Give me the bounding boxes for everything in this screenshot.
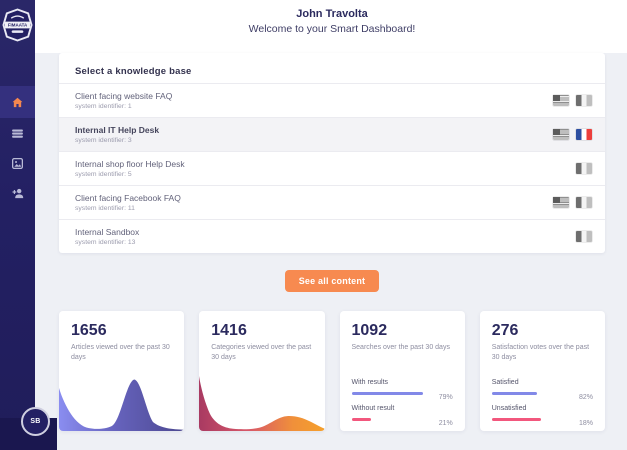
bar-group-satisfied: Satisfied 82% [492,378,593,398]
knowledge-base-row[interactable]: Internal Sandbox system identifier: 13 [59,219,605,253]
knowledge-base-title: Internal IT Help Desk [75,125,553,135]
bar-label: With results [352,378,453,387]
bar-label: Without result [352,404,453,413]
bar-group-unsatisfied: Unsatisfied 18% [492,404,593,424]
knowledge-base-card-title: Select a knowledge base [59,53,605,83]
bar-percent: 82% [569,394,593,401]
knowledge-base-title: Client facing website FAQ [75,91,553,101]
user-avatar[interactable]: SB [21,407,50,436]
stat-card-searches: 1092 Searches over the past 30 days With… [340,311,465,431]
language-flags [576,163,592,174]
stat-value: 1416 [199,311,324,340]
france-flag-icon [576,197,592,208]
us-flag-icon [553,197,569,208]
user-name-heading: John Travolta [59,8,605,20]
knowledge-base-row-text: Internal Sandbox system identifier: 13 [75,227,576,247]
progress-bar [352,418,429,421]
welcome-subtitle: Welcome to your Smart Dashboard! [59,23,605,35]
knowledge-base-row-text: Internal shop floor Help Desk system ide… [75,159,576,179]
us-flag-icon [553,95,569,106]
user-add-icon [12,188,24,199]
sidebar-item-home[interactable] [0,86,35,118]
france-flag-icon [576,129,592,140]
articles-area-chart [59,373,184,431]
knowledge-base-title: Client facing Facebook FAQ [75,193,553,203]
bar-label: Unsatisfied [492,404,593,413]
image-icon [12,158,23,169]
see-all-content-button[interactable]: See all content [285,270,380,292]
sidebar-item-knowledge-list[interactable] [0,118,35,148]
language-flags [576,231,592,242]
knowledge-base-row-text: Client facing Facebook FAQ system identi… [75,193,553,213]
france-flag-icon [576,231,592,242]
knowledge-base-row[interactable]: Internal shop floor Help Desk system ide… [59,151,605,185]
stat-label: Categories viewed over the past 30 days [199,340,324,362]
list-icon [12,129,23,138]
bar-percent: 79% [429,394,453,401]
stat-value: 276 [480,311,605,340]
searches-bars: With results 79% Without result 21% [352,372,453,424]
knowledge-base-row-text: Internal IT Help Desk system identifier:… [75,125,553,145]
knowledge-base-row[interactable]: Client facing website FAQ system identif… [59,83,605,117]
stat-label: Searches over the past 30 days [340,340,465,353]
home-icon [12,97,23,108]
stat-value: 1092 [340,311,465,340]
knowledge-base-identifier: system identifier: 13 [75,238,576,247]
knowledge-base-identifier: system identifier: 3 [75,136,553,145]
bar-group-with-results: With results 79% [352,378,453,398]
brand-logo[interactable]: FIMAATA [0,0,35,46]
france-flag-icon [576,163,592,174]
stat-value: 1656 [59,311,184,340]
stat-card-categories: 1416 Categories viewed over the past 30 … [199,311,324,431]
knowledge-base-card: Select a knowledge base Client facing we… [59,53,605,253]
sidebar-nav [0,86,35,208]
knowledge-base-identifier: system identifier: 11 [75,204,553,213]
bar-percent: 21% [429,420,453,427]
sidebar-item-users[interactable] [0,178,35,208]
categories-area-chart [199,373,324,431]
stat-label: Satisfaction votes over the past 30 days [480,340,605,362]
knowledge-base-title: Internal Sandbox [75,227,576,237]
satisfaction-bars: Satisfied 82% Unsatisfied 18% [492,372,593,424]
sidebar-item-media[interactable] [0,148,35,178]
progress-bar [492,418,569,421]
language-flags [553,197,592,208]
svg-text:FIMAATA: FIMAATA [8,23,28,28]
main-content: John Travolta Welcome to your Smart Dash… [35,0,627,431]
knowledge-base-identifier: system identifier: 5 [75,170,576,179]
bar-group-without-result: Without result 21% [352,404,453,424]
sidebar: FIMAATA [0,0,35,450]
stats-row: 1656 Articles viewed over the past 30 da… [59,311,605,431]
knowledge-base-row-text: Client facing website FAQ system identif… [75,91,553,111]
sidebar-footer: SB [0,418,57,450]
dashboard-page: FIMAATA [0,0,627,450]
brand-badge-icon: FIMAATA [2,8,33,42]
stat-card-articles: 1656 Articles viewed over the past 30 da… [59,311,184,431]
bar-label: Satisfied [492,378,593,387]
stat-card-satisfaction: 276 Satisfaction votes over the past 30 … [480,311,605,431]
progress-bar [492,392,569,395]
bar-percent: 18% [569,420,593,427]
language-flags [553,95,592,106]
knowledge-base-row[interactable]: Client facing Facebook FAQ system identi… [59,185,605,219]
knowledge-base-title: Internal shop floor Help Desk [75,159,576,169]
france-flag-icon [576,95,592,106]
progress-bar [352,392,429,395]
us-flag-icon [553,129,569,140]
knowledge-base-identifier: system identifier: 1 [75,102,553,111]
language-flags [553,129,592,140]
stat-label: Articles viewed over the past 30 days [59,340,184,362]
knowledge-base-row[interactable]: Internal IT Help Desk system identifier:… [59,117,605,151]
